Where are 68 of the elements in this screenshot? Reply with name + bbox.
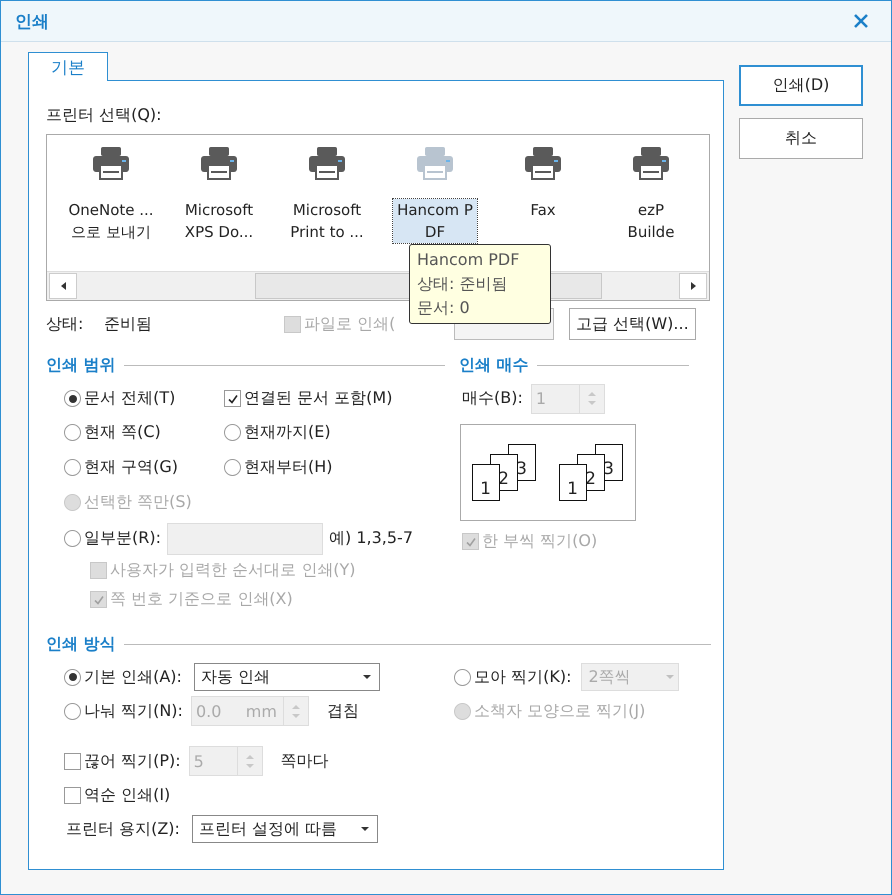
page-sheet: 1 — [558, 464, 586, 500]
radio-button[interactable] — [454, 668, 471, 686]
option-label: 나눠 찍기(N): — [84, 700, 183, 722]
tooltip-line: Hancom PDF — [417, 249, 520, 271]
check-icon — [464, 536, 476, 548]
option-label: 끊어 찍기(P): — [84, 750, 181, 772]
option-label: 현재까지(E) — [244, 422, 331, 443]
printer-name: Hancom P DF — [393, 199, 477, 243]
option-label: 소책자 모양으로 찍기(J) — [474, 700, 646, 722]
option-label: 사용자가 입력한 순서대로 인쇄(Y) — [110, 560, 356, 581]
option-label: 한 부씩 찍기(O) — [482, 531, 598, 552]
check-icon — [226, 392, 238, 404]
status-value: 준비됨 — [104, 314, 153, 334]
scroll-left-icon[interactable] — [60, 282, 66, 290]
option-label: 모아 찍기(K): — [474, 666, 572, 688]
scroll-right-icon[interactable] — [690, 282, 696, 290]
printer-name: ezP Builde — [626, 200, 676, 243]
tab[interactable]: 기본 — [28, 52, 108, 81]
hint-text: 예) 1,3,5-7 — [329, 528, 413, 549]
page-sheet: 1 — [472, 464, 500, 500]
page-range-field[interactable] — [167, 522, 323, 554]
print-mode-dropdown[interactable]: 자동 인쇄 — [194, 663, 380, 691]
field-label: 프린터 선택(Q): — [46, 105, 163, 126]
section-title: 인쇄 매수 — [459, 354, 529, 376]
caret-icon — [666, 675, 674, 679]
section-title: 인쇄 범위 — [46, 354, 116, 376]
caret-icon — [362, 675, 371, 679]
unit-label: 겹침 — [326, 700, 359, 722]
checkbox[interactable] — [64, 786, 81, 804]
printer-name: Fax — [529, 200, 557, 221]
field-label: 프린터 용지(Z): — [66, 818, 180, 840]
radio-button[interactable] — [64, 668, 81, 686]
radio-button[interactable] — [64, 390, 81, 408]
radio-button[interactable] — [224, 459, 241, 476]
printer-name: Microsoft Print to ... — [289, 200, 365, 243]
option-label: 기본 인쇄(A): — [84, 666, 182, 688]
paper-dropdown[interactable]: 프린터 설정에 따름 — [192, 815, 378, 843]
printer-name: OneNote ... 으로 보내기 — [67, 200, 155, 243]
option-label: 파일로 인쇄( — [304, 314, 396, 334]
radio-button[interactable] — [64, 424, 81, 441]
option-label: 쪽 번호 기준으로 인쇄(X) — [110, 589, 293, 610]
option-label: 현재 구역(G) — [84, 457, 178, 478]
radio-button[interactable] — [224, 424, 241, 441]
section-title: 인쇄 방식 — [46, 634, 116, 654]
option-label: 현재부터(H) — [244, 457, 333, 478]
caret-icon — [360, 827, 369, 831]
unit-label: 쪽마다 — [280, 750, 329, 772]
radio-button[interactable] — [64, 530, 81, 547]
tooltip-line: 상태: 준비됨 — [417, 273, 508, 295]
status-label: 상태: — [46, 314, 84, 334]
dialog-button[interactable]: 취소 — [739, 118, 863, 159]
checkbox[interactable] — [64, 752, 81, 770]
printer-name: Microsoft XPS Do... — [184, 200, 254, 243]
option-label: 현재 쪽(C) — [84, 422, 161, 443]
check-icon — [92, 594, 104, 606]
radio-button[interactable] — [64, 459, 81, 476]
option-label: 연결된 문서 포함(M) — [244, 388, 392, 409]
option-label: 역순 인쇄(I) — [84, 784, 170, 806]
option-label: 선택한 쪽만(S) — [84, 492, 192, 513]
dialog-button[interactable]: 인쇄(D) — [739, 65, 863, 106]
close-icon[interactable] — [853, 13, 869, 29]
option-label: 일부분(R): — [84, 528, 161, 549]
radio-button[interactable] — [64, 702, 81, 720]
checkbox[interactable] — [224, 390, 241, 407]
window-title: 인쇄 — [15, 10, 49, 32]
option-label: 문서 전체(T) — [84, 388, 176, 410]
field-label: 매수(B): — [462, 388, 523, 409]
advanced-button[interactable]: 고급 선택(W)... — [569, 308, 696, 340]
